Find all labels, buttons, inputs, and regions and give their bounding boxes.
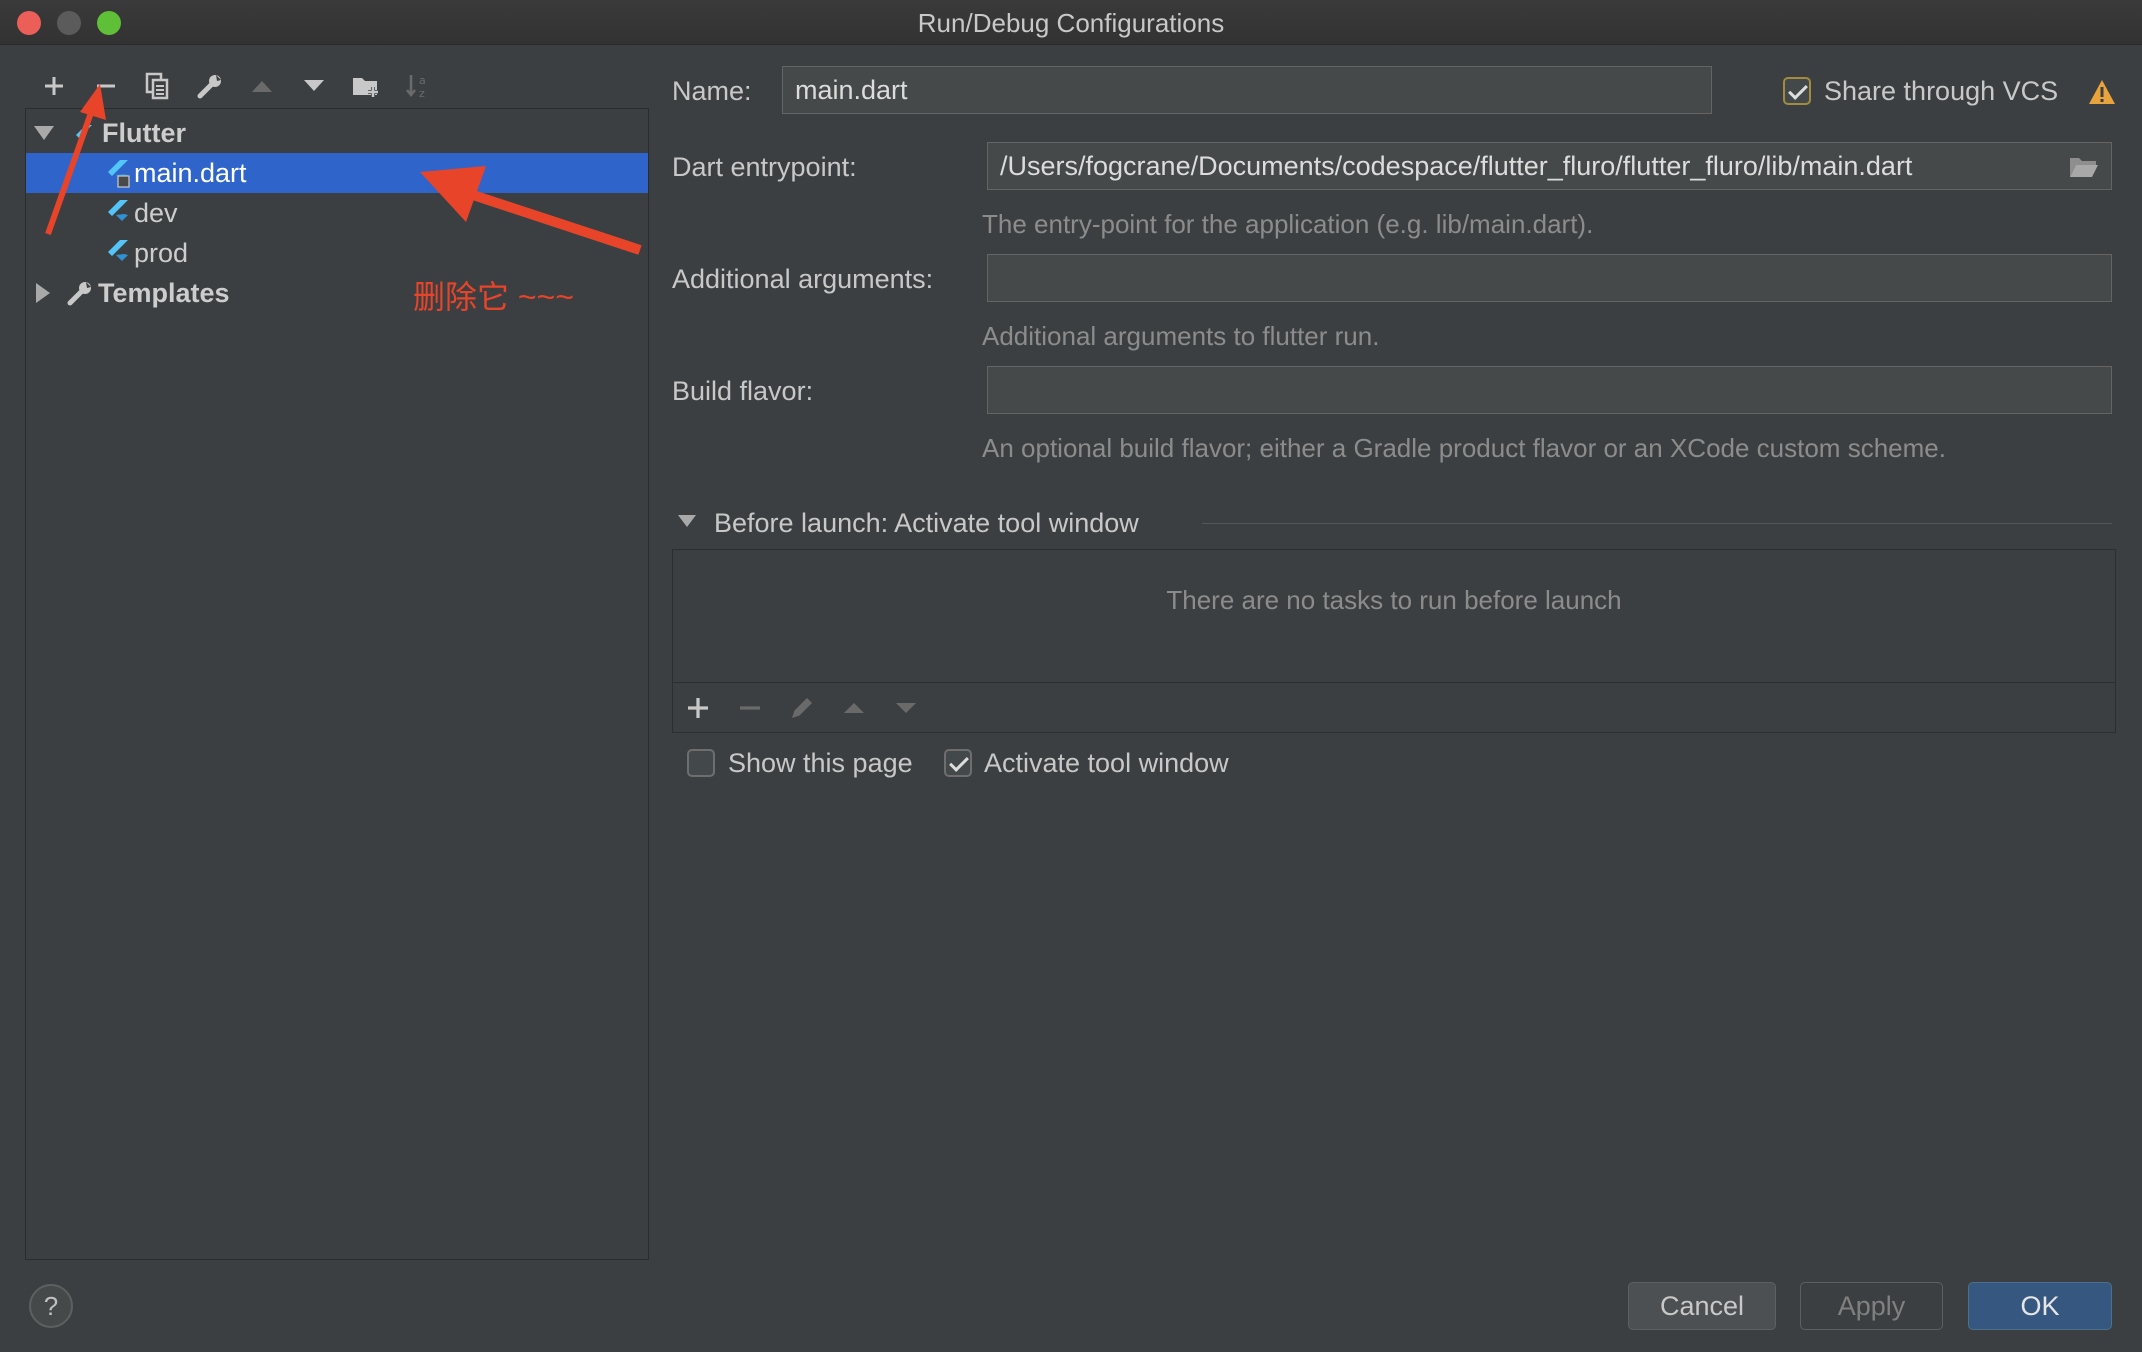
arrow-to-remove-icon — [45, 84, 106, 236]
entrypoint-value: /Users/fogcrane/Documents/codespace/flut… — [1000, 150, 1913, 181]
before-launch-task-list[interactable]: There are no tasks to run before launch — [672, 549, 2116, 733]
add-task-icon[interactable] — [683, 693, 713, 723]
task-toolbar — [683, 690, 921, 726]
help-button[interactable]: ? — [29, 1284, 73, 1328]
flavor-hint: An optional build flavor; either a Gradl… — [982, 433, 1946, 463]
entrypoint-label: Dart entrypoint: — [672, 152, 857, 182]
warning-icon — [2089, 80, 2115, 104]
expand-arrow-icon — [678, 515, 696, 527]
args-hint: Additional arguments to flutter run. — [982, 321, 1380, 351]
browse-folder-icon[interactable] — [2068, 155, 2100, 179]
args-field[interactable] — [987, 254, 2112, 302]
run-debug-configurations-window: Run/Debug Configurations az Flutter main… — [0, 0, 2142, 1352]
cancel-button[interactable]: Cancel — [1628, 1282, 1776, 1330]
empty-tasks-text: There are no tasks to run before launch — [1166, 585, 1622, 615]
move-task-up-icon[interactable] — [839, 693, 869, 723]
edit-task-icon[interactable] — [787, 693, 817, 723]
move-task-down-icon[interactable] — [891, 693, 921, 723]
annotation-text: 删除它 ~~~ — [413, 279, 574, 315]
entrypoint-hint: The entry-point for the application (e.g… — [982, 209, 1594, 239]
task-toolbar-divider — [673, 682, 2115, 683]
flavor-field[interactable] — [987, 366, 2112, 414]
entrypoint-field[interactable]: /Users/fogcrane/Documents/codespace/flut… — [987, 142, 2112, 190]
ok-button[interactable]: OK — [1968, 1282, 2112, 1330]
activate-tool-window-label: Activate tool window — [984, 748, 1229, 778]
apply-button[interactable]: Apply — [1800, 1282, 1943, 1330]
name-field[interactable]: main.dart — [782, 66, 1712, 114]
share-vcs-checkbox[interactable] — [1783, 77, 1811, 105]
arrow-to-main-dart — [420, 166, 642, 255]
before-launch-toggle[interactable] — [678, 515, 696, 527]
remove-task-icon[interactable] — [735, 693, 765, 723]
section-divider — [1202, 523, 2112, 524]
share-vcs-label: Share through VCS — [1824, 76, 2059, 106]
name-label: Name: — [672, 76, 752, 106]
activate-tool-window-checkbox[interactable] — [944, 749, 972, 777]
args-label: Additional arguments: — [672, 264, 934, 294]
show-page-label: Show this page — [728, 748, 913, 778]
show-page-checkbox[interactable] — [687, 749, 715, 777]
before-launch-title: Before launch: Activate tool window — [714, 508, 1139, 538]
flavor-label: Build flavor: — [672, 376, 814, 406]
